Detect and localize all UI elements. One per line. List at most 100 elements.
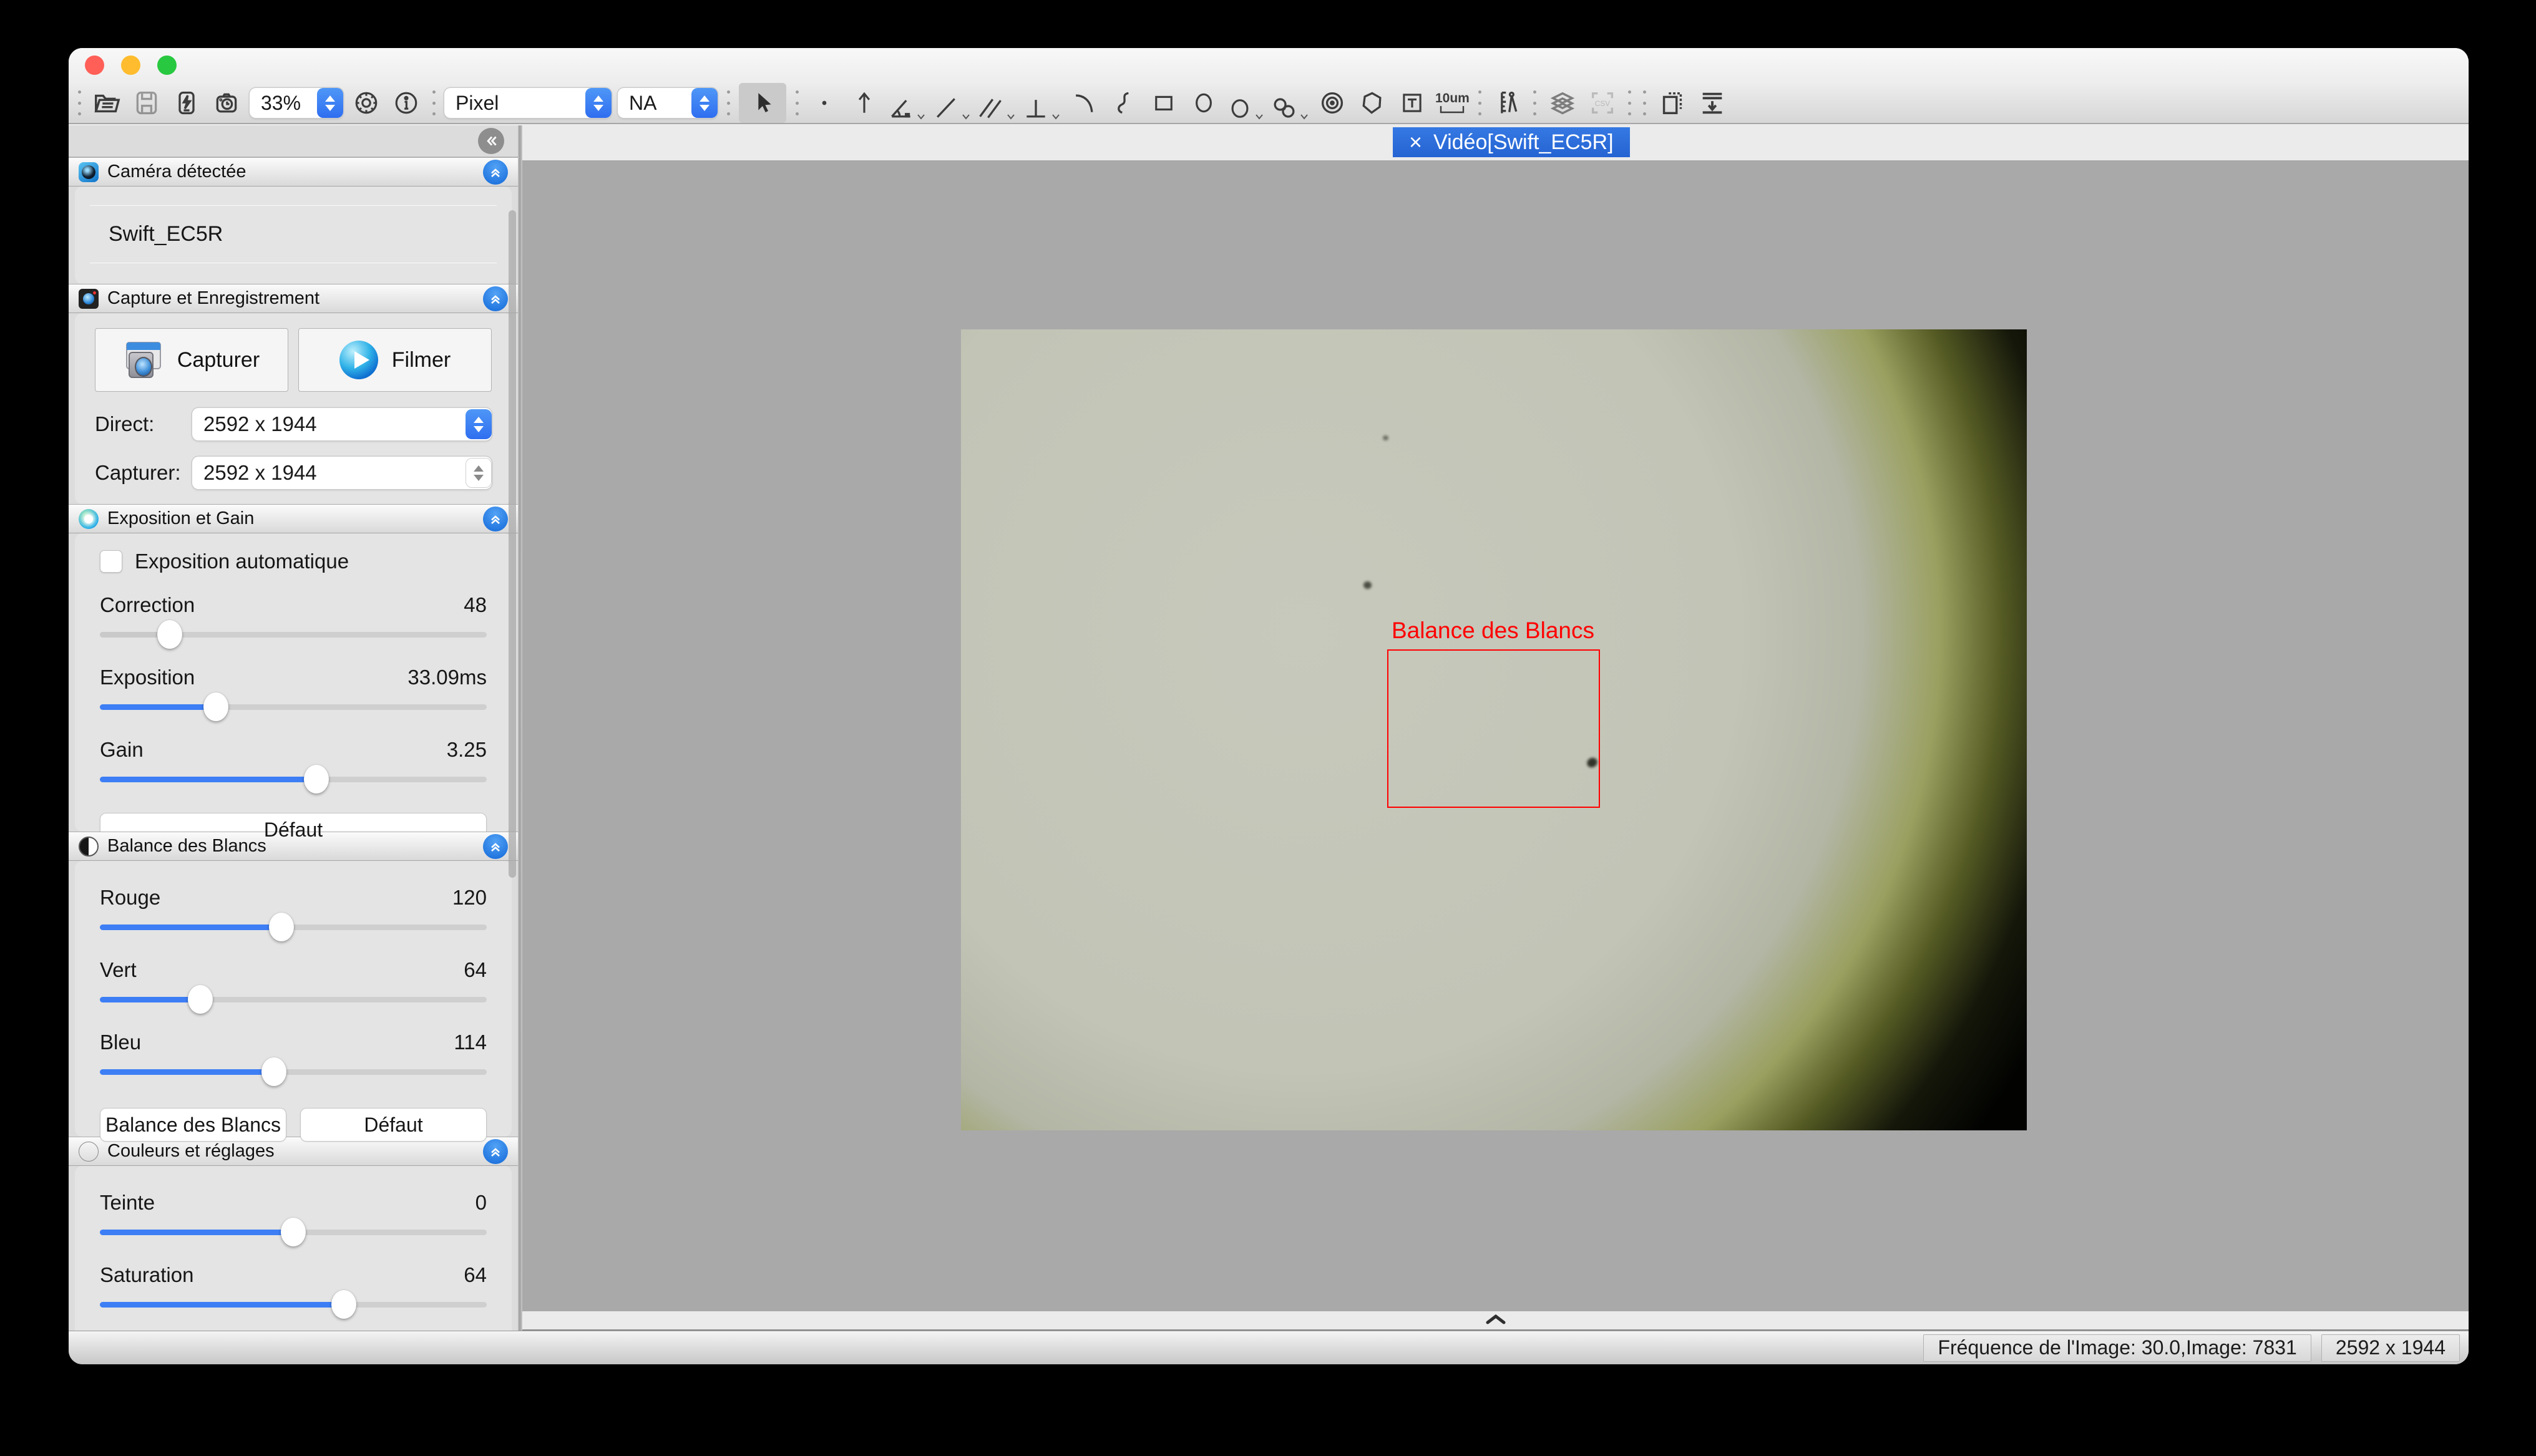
correction-slider[interactable] <box>100 619 487 649</box>
bleu-slider[interactable] <box>100 1057 487 1087</box>
angle-tool-button[interactable] <box>887 84 926 122</box>
zoom-window-button[interactable] <box>157 56 177 75</box>
collapse-panel-button[interactable] <box>483 286 508 311</box>
ellipse-tool-button[interactable] <box>1187 84 1221 122</box>
slider-thumb[interactable] <box>281 1218 306 1246</box>
sidebar-divider[interactable] <box>518 125 522 1331</box>
slider-thumb[interactable] <box>261 1057 286 1086</box>
unit-select[interactable]: Pixel <box>444 88 612 118</box>
annulus-tool-button[interactable] <box>1315 84 1349 122</box>
main-area: × Vidéo[Swift_EC5R] Balance des Blancs <box>522 125 2469 1331</box>
white-balance-button[interactable]: Balance des Blancs <box>100 1108 286 1142</box>
minimize-window-button[interactable] <box>121 56 140 75</box>
zoom-select[interactable]: 33% <box>250 88 343 118</box>
exposition-value: 33.09ms <box>407 666 487 689</box>
panel-header-capture[interactable]: Capture et Enregistrement <box>69 284 518 313</box>
white-balance-icon <box>79 837 99 857</box>
capture-button[interactable]: Capturer <box>95 328 288 392</box>
link-icon <box>1270 94 1298 122</box>
rectangle-tool-button[interactable] <box>1147 84 1181 122</box>
gain-label: Gain <box>100 738 144 762</box>
stepper-icon[interactable] <box>585 88 612 118</box>
collapse-panel-button[interactable] <box>483 834 508 859</box>
collapse-panel-button[interactable] <box>483 1139 508 1164</box>
live-video-frame[interactable]: Balance des Blancs <box>961 329 2027 1130</box>
arc-tool-button[interactable] <box>1067 84 1101 122</box>
link-tool-button[interactable] <box>1270 84 1309 122</box>
stepper-icon[interactable] <box>466 409 492 439</box>
close-tab-icon[interactable]: × <box>1409 131 1422 153</box>
chevron-up-icon <box>1485 1314 1506 1325</box>
tab-video[interactable]: × Vidéo[Swift_EC5R] <box>1393 127 1630 157</box>
white-balance-default-button[interactable]: Défaut <box>300 1108 487 1142</box>
teinte-slider[interactable] <box>100 1217 487 1247</box>
export-button[interactable] <box>1695 84 1729 122</box>
collapse-panel-button[interactable] <box>483 160 508 185</box>
open-file-button[interactable] <box>90 84 124 122</box>
panel-title: Exposition et Gain <box>107 508 254 529</box>
slider-thumb[interactable] <box>269 913 294 941</box>
csv-export-button[interactable]: CSV <box>1586 84 1619 122</box>
double-chevron-left-icon <box>483 133 499 149</box>
panel-body-white-balance: Rouge 120 Vert 64 <box>75 861 512 1137</box>
snapshot-camera-icon <box>213 89 240 117</box>
circle-tool-button[interactable] <box>1227 84 1264 122</box>
exposition-slider[interactable] <box>100 692 487 722</box>
point-tool-button[interactable] <box>807 84 841 122</box>
info-button[interactable] <box>389 84 423 122</box>
duplicate-button[interactable] <box>1656 84 1689 122</box>
open-file-icon <box>92 89 121 117</box>
device-settings-button[interactable] <box>170 84 203 122</box>
live-resolution-select[interactable]: 2592 x 1944 <box>192 408 492 440</box>
cursor-tool-button[interactable] <box>739 83 786 123</box>
rouge-slider[interactable] <box>100 912 487 942</box>
frame-rate-status: Fréquence de l'Image: 30.0,Image: 7831 <box>1923 1334 2311 1362</box>
slider-thumb[interactable] <box>188 985 213 1014</box>
sidebar-top-strip <box>69 125 518 157</box>
slider-thumb[interactable] <box>203 692 228 721</box>
measurement-tool-button[interactable] <box>1491 84 1524 122</box>
collapse-panel-button[interactable] <box>483 507 508 531</box>
na-select[interactable]: NA <box>618 88 718 118</box>
record-button[interactable]: Filmer <box>298 328 492 392</box>
chevron-down-icon <box>961 112 971 122</box>
panel-header-exposure[interactable]: Exposition et Gain <box>69 504 518 533</box>
exposure-icon <box>79 509 99 529</box>
slider-thumb[interactable] <box>304 765 329 794</box>
chevron-down-icon <box>1006 112 1016 122</box>
camera-list-item[interactable]: Swift_EC5R <box>90 205 497 263</box>
auto-exposure-checkbox[interactable] <box>100 550 122 573</box>
sidebar-scrollbar[interactable] <box>509 210 516 878</box>
panel-header-camera[interactable]: Caméra détectée <box>69 157 518 187</box>
ellipse-icon <box>1191 90 1217 116</box>
perpendicular-tool-button[interactable] <box>1022 84 1061 122</box>
snap-resolution-select[interactable]: 2592 x 1944 <box>192 457 492 489</box>
vert-slider[interactable] <box>100 984 487 1014</box>
curve-tool-button[interactable] <box>1107 84 1141 122</box>
expand-panel-button[interactable] <box>1485 1314 1506 1328</box>
snapshot-button[interactable] <box>210 84 243 122</box>
stepper-icon[interactable] <box>317 88 343 118</box>
text-tool-button[interactable] <box>1395 84 1429 122</box>
stepper-icon[interactable] <box>691 88 718 118</box>
toolbar-drag-handle <box>75 87 84 119</box>
title-bar <box>69 48 2469 83</box>
preferences-button[interactable] <box>349 84 383 122</box>
white-balance-roi-rectangle[interactable] <box>1387 649 1600 808</box>
arrow-tool-button[interactable] <box>847 84 881 122</box>
layers-button[interactable] <box>1546 84 1579 122</box>
line-tool-button[interactable] <box>932 84 971 122</box>
parallel-lines-tool-button[interactable] <box>977 84 1016 122</box>
gain-slider[interactable] <box>100 764 487 794</box>
sidebar-collapse-button[interactable] <box>478 128 504 154</box>
polygon-tool-button[interactable] <box>1355 84 1389 122</box>
save-button[interactable] <box>130 84 163 122</box>
viewer-canvas[interactable]: Balance des Blancs <box>522 160 2469 1311</box>
saturation-slider[interactable] <box>100 1289 487 1319</box>
stepper-icon[interactable] <box>466 458 492 488</box>
slider-thumb[interactable] <box>331 1290 356 1319</box>
panel-body-exposure: Exposition automatique Correction 48 <box>75 533 512 832</box>
close-window-button[interactable] <box>85 56 104 75</box>
scalebar-tool-button[interactable]: 10um <box>1435 84 1470 122</box>
slider-thumb[interactable] <box>157 620 182 649</box>
